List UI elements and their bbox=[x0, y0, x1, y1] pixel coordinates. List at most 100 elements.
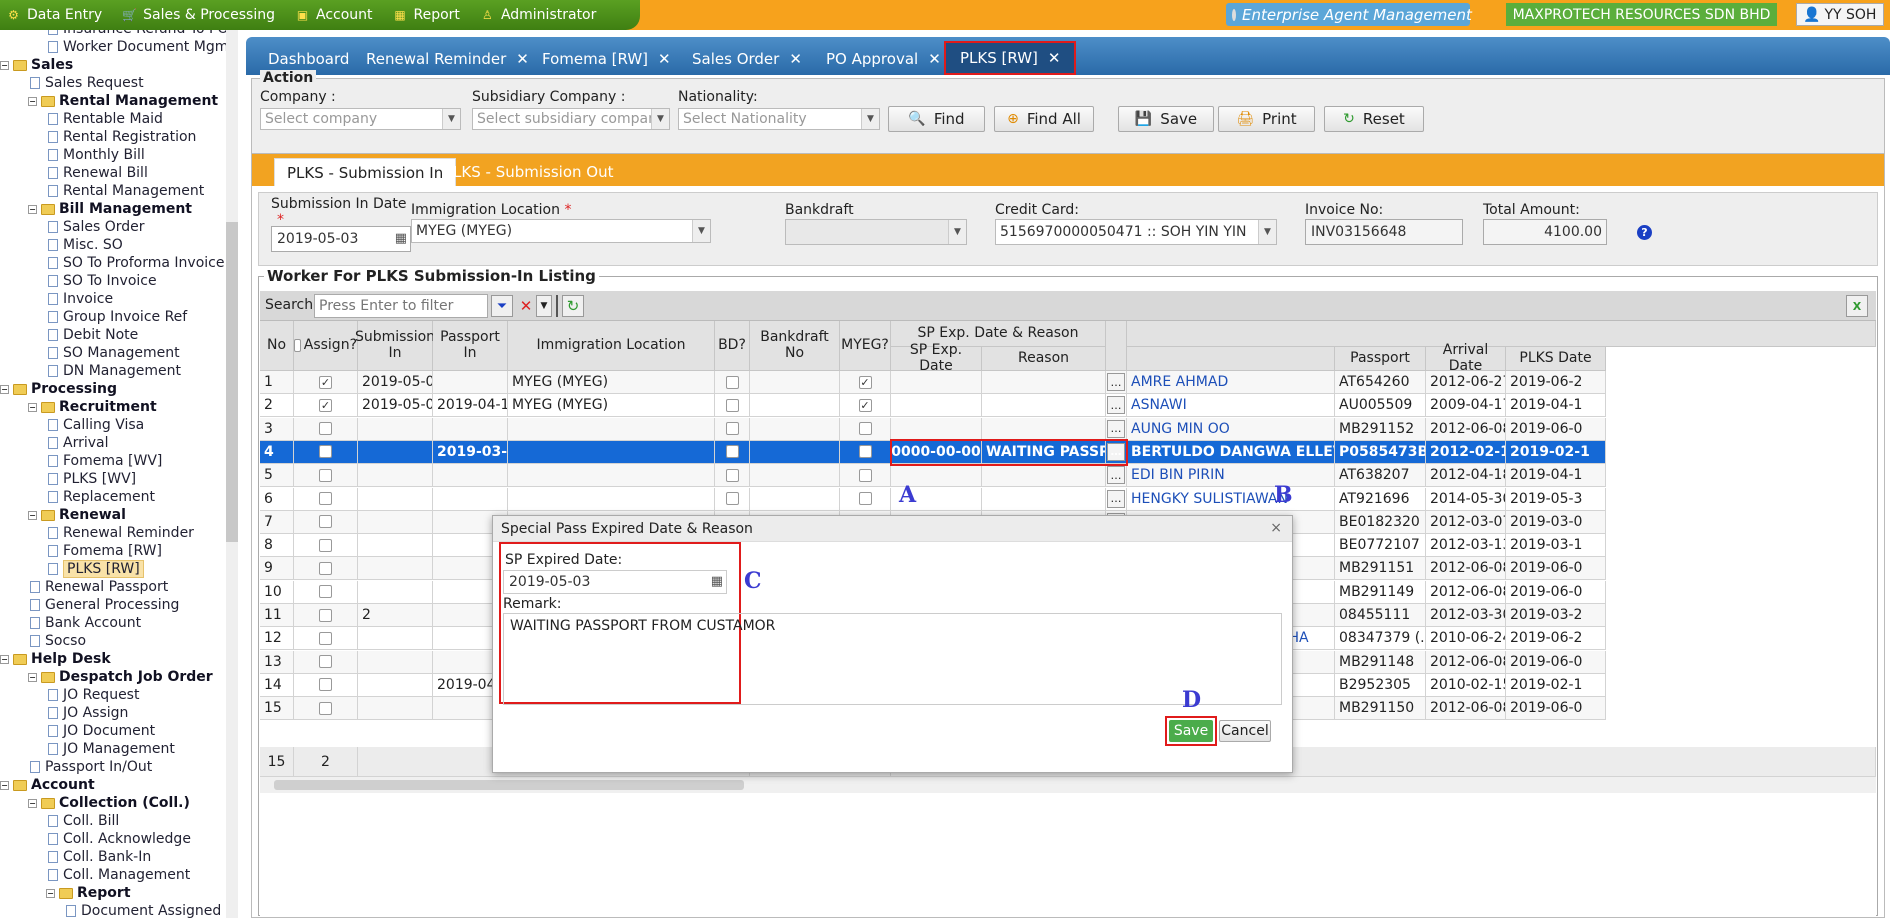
calendar-icon[interactable]: ▦ bbox=[395, 231, 407, 246]
tree-item[interactable]: Rental Registration bbox=[48, 128, 196, 146]
collapse-icon[interactable]: − bbox=[0, 654, 9, 664]
tree-item[interactable]: − Bill Management bbox=[28, 200, 192, 218]
column-header-arrival[interactable]: Arrival Date bbox=[1426, 342, 1506, 373]
assign-checkbox[interactable] bbox=[319, 585, 332, 599]
tree-item[interactable]: General Processing bbox=[30, 596, 179, 614]
worker-name-link[interactable]: HENGKY SULISTIAWAN bbox=[1127, 487, 1335, 511]
tree-item[interactable]: Rental Management bbox=[48, 182, 204, 200]
tree-item[interactable]: JO Document bbox=[48, 722, 155, 740]
tree-item[interactable]: Coll. Acknowledge bbox=[48, 830, 191, 848]
assign-checkbox[interactable] bbox=[319, 422, 332, 436]
reset-button[interactable]: ↻ Reset bbox=[1324, 106, 1424, 132]
enterprise-agent-management-link[interactable]: Enterprise Agent Management bbox=[1226, 3, 1472, 26]
calendar-icon[interactable]: ▦ bbox=[711, 574, 723, 589]
myeg-checkbox[interactable] bbox=[858, 492, 872, 505]
column-header-reason[interactable]: Reason bbox=[982, 347, 1106, 371]
find-all-button[interactable]: ⊕ Find All bbox=[994, 106, 1094, 132]
bd-checkbox[interactable] bbox=[725, 468, 739, 482]
print-button[interactable]: 🖨 Print bbox=[1218, 106, 1315, 132]
tab-sales-order[interactable]: Sales Order ✕ bbox=[678, 43, 816, 75]
company-select[interactable]: Select company ▼ bbox=[260, 108, 461, 130]
column-header-spdate[interactable]: SP Exp. Date bbox=[891, 342, 982, 373]
edit-sp-button[interactable]: … bbox=[1107, 419, 1125, 438]
tab-po-approval[interactable]: PO Approval ✕ bbox=[812, 43, 955, 75]
tree-item[interactable]: Sales Request bbox=[30, 74, 144, 92]
worker-name-link[interactable]: ASNAWI bbox=[1127, 394, 1335, 418]
tree-item[interactable]: Renewal Bill bbox=[48, 164, 148, 182]
tree-item[interactable]: Monthly Bill bbox=[48, 146, 145, 164]
edit-sp-button[interactable]: … bbox=[1107, 489, 1125, 508]
tree-item[interactable]: Bank Account bbox=[30, 614, 141, 632]
bd-checkbox[interactable] bbox=[725, 375, 739, 389]
tree-item[interactable]: − Rental Management bbox=[28, 92, 218, 110]
worker-name-link[interactable]: AUNG MIN OO bbox=[1127, 417, 1335, 441]
tree-item[interactable]: SO To Proforma Invoice bbox=[48, 254, 224, 272]
assign-checkbox[interactable] bbox=[319, 538, 332, 552]
dialog-save-button[interactable]: Save bbox=[1169, 720, 1213, 742]
menu-report[interactable]: ▦ Report bbox=[393, 7, 460, 23]
user-menu[interactable]: 👤 YY SOH bbox=[1796, 3, 1884, 26]
tree-item[interactable]: − Collection (Coll.) bbox=[28, 794, 190, 812]
assign-checkbox[interactable] bbox=[319, 655, 332, 669]
submission-date-input[interactable]: 2019-05-03 ▦ bbox=[271, 226, 411, 252]
assign-checkbox[interactable] bbox=[319, 515, 332, 529]
tree-item[interactable]: Fomema [WV] bbox=[48, 452, 162, 470]
column-header-no[interactable]: No bbox=[260, 321, 294, 371]
menu-account[interactable]: ▣ Account bbox=[295, 7, 373, 23]
tree-item[interactable]: Worker Document Mgmt bbox=[48, 38, 226, 56]
tree-item[interactable]: JO Assign bbox=[48, 704, 128, 722]
tree-item[interactable]: Arrival bbox=[48, 434, 109, 452]
tab-submission-in[interactable]: PLKS - Submission In bbox=[274, 158, 457, 186]
column-header-imm[interactable]: Immigration Location bbox=[508, 321, 715, 371]
bankdraft-select[interactable]: ▼ bbox=[785, 219, 967, 245]
tree-item[interactable]: DN Management bbox=[48, 362, 181, 380]
tree-item[interactable]: JO Request bbox=[48, 686, 139, 704]
column-header-bd[interactable]: BD? bbox=[715, 321, 750, 371]
bd-checkbox[interactable] bbox=[725, 422, 739, 436]
menu-data-entry[interactable]: ⚙ Data Entry bbox=[6, 7, 102, 23]
assign-checkbox[interactable] bbox=[319, 678, 332, 692]
menu-sales-processing[interactable]: 🛒 Sales & Processing bbox=[122, 7, 275, 23]
tree-item[interactable]: Debit Note bbox=[48, 326, 138, 344]
tree-item[interactable]: − Account bbox=[0, 776, 95, 794]
tab-plks-rw[interactable]: PLKS [RW] ✕ bbox=[944, 41, 1077, 75]
tree-item[interactable]: Rentable Maid bbox=[48, 110, 163, 128]
save-button[interactable]: 💾 Save bbox=[1118, 106, 1214, 132]
find-button[interactable]: 🔍 Find bbox=[888, 106, 985, 132]
collapse-icon[interactable]: − bbox=[28, 204, 37, 214]
assign-checkbox[interactable] bbox=[319, 701, 332, 715]
column-header-ppin[interactable]: Passport In bbox=[433, 321, 508, 371]
assign-checkbox[interactable] bbox=[319, 492, 332, 505]
collapse-icon[interactable]: − bbox=[28, 510, 37, 520]
clear-filter-icon[interactable]: ✕ bbox=[516, 295, 536, 317]
tree-item[interactable]: − Help Desk bbox=[0, 650, 111, 668]
collapse-icon[interactable]: − bbox=[28, 96, 37, 106]
collapse-icon[interactable]: − bbox=[28, 672, 37, 682]
remark-textarea[interactable]: WAITING PASSPORT FROM CUSTAMOR bbox=[503, 613, 1282, 705]
myeg-checkbox[interactable] bbox=[858, 422, 872, 436]
myeg-checkbox[interactable]: ✓ bbox=[858, 398, 872, 412]
edit-sp-button[interactable]: … bbox=[1107, 396, 1125, 415]
tree-item[interactable]: Calling Visa bbox=[48, 416, 144, 434]
tree-item[interactable]: Fomema [RW] bbox=[48, 542, 162, 560]
collapse-icon[interactable]: − bbox=[46, 888, 55, 898]
tree-item[interactable]: − Processing bbox=[0, 380, 117, 398]
assign-checkbox[interactable]: ✓ bbox=[319, 375, 332, 389]
filter-icon[interactable]: ⏷ bbox=[491, 295, 513, 317]
sp-expired-date-input[interactable]: 2019-05-03 ▦ bbox=[503, 570, 727, 594]
column-header-myeg[interactable]: MYEG? bbox=[840, 321, 891, 371]
refresh-icon[interactable]: ↻ bbox=[562, 295, 584, 317]
worker-name-link[interactable]: EDI BIN PIRIN bbox=[1127, 464, 1335, 488]
tree-item[interactable]: Insurance Refund To POC bbox=[48, 30, 226, 38]
close-icon[interactable]: ✕ bbox=[1048, 49, 1061, 67]
tree-item[interactable]: Passport In/Out bbox=[30, 758, 152, 776]
collapse-icon[interactable]: − bbox=[0, 60, 9, 70]
bd-checkbox[interactable] bbox=[725, 492, 739, 505]
bd-checkbox[interactable] bbox=[725, 445, 739, 459]
tab-fomema-rw[interactable]: Fomema [RW] ✕ bbox=[528, 43, 685, 75]
tree-item[interactable]: Socso bbox=[30, 632, 86, 650]
close-icon[interactable]: ✕ bbox=[658, 50, 671, 68]
collapse-icon[interactable]: − bbox=[0, 384, 9, 394]
excel-export-icon[interactable]: X bbox=[1846, 295, 1868, 317]
assign-checkbox[interactable] bbox=[319, 631, 332, 645]
